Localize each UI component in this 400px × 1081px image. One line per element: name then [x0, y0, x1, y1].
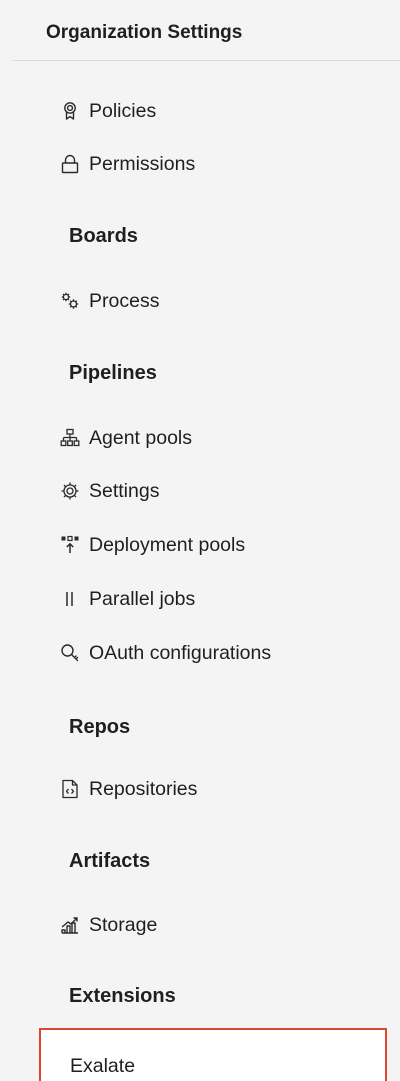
organization-settings-sidebar: Organization Settings Policies Permissio…: [0, 0, 400, 1081]
section-header-extensions: Extensions: [69, 985, 176, 1007]
sidebar-title: Organization Settings: [46, 22, 243, 43]
gear-icon: [60, 480, 80, 502]
sidebar-item-exalate[interactable]: Exalate: [39, 1028, 387, 1081]
section-header-artifacts: Artifacts: [69, 850, 151, 872]
ribbon-badge-icon: [60, 100, 80, 122]
section-header-pipelines: Pipelines: [69, 362, 157, 384]
sidebar-item-label: Policies: [89, 99, 157, 122]
parallel-bars-icon: [60, 588, 80, 610]
sidebar-item-permissions[interactable]: Permissions: [60, 150, 195, 178]
sidebar-item-label: Storage: [89, 913, 158, 936]
sidebar-item-oauth-configurations[interactable]: OAuth configurations: [60, 639, 271, 667]
sidebar-item-label: Settings: [89, 479, 160, 502]
deploy-icon: [60, 534, 80, 556]
sidebar-item-repositories[interactable]: Repositories: [60, 775, 197, 803]
sidebar-item-storage[interactable]: Storage: [60, 911, 157, 939]
sidebar-item-settings[interactable]: Settings: [60, 477, 159, 505]
storage-chart-icon: [60, 914, 80, 936]
sidebar-item-deployment-pools[interactable]: Deployment pools: [60, 531, 245, 559]
sidebar-item-label: Deployment pools: [89, 533, 246, 556]
sidebar-item-label: Parallel jobs: [89, 587, 196, 610]
sidebar-item-label: Permissions: [89, 152, 196, 175]
sidebar-item-label: Process: [89, 289, 160, 312]
sidebar-item-parallel-jobs[interactable]: Parallel jobs: [60, 585, 195, 613]
sidebar-item-label: OAuth configurations: [89, 641, 272, 664]
sidebar-item-agent-pools[interactable]: Agent pools: [60, 424, 192, 452]
lock-icon: [60, 153, 80, 175]
code-file-icon: [60, 778, 80, 800]
sidebar-item-label: Exalate: [70, 1055, 136, 1077]
section-header-boards: Boards: [69, 225, 138, 247]
sidebar-item-label: Repositories: [89, 777, 198, 800]
title-divider: [12, 60, 400, 61]
gears-icon: [60, 290, 80, 312]
section-header-repos: Repos: [69, 716, 131, 738]
hierarchy-icon: [60, 427, 80, 449]
sidebar-item-process[interactable]: Process: [60, 287, 159, 315]
sidebar-item-label: Agent pools: [89, 426, 192, 449]
sidebar-item-policies[interactable]: Policies: [60, 97, 156, 125]
key-search-icon: [60, 642, 80, 664]
